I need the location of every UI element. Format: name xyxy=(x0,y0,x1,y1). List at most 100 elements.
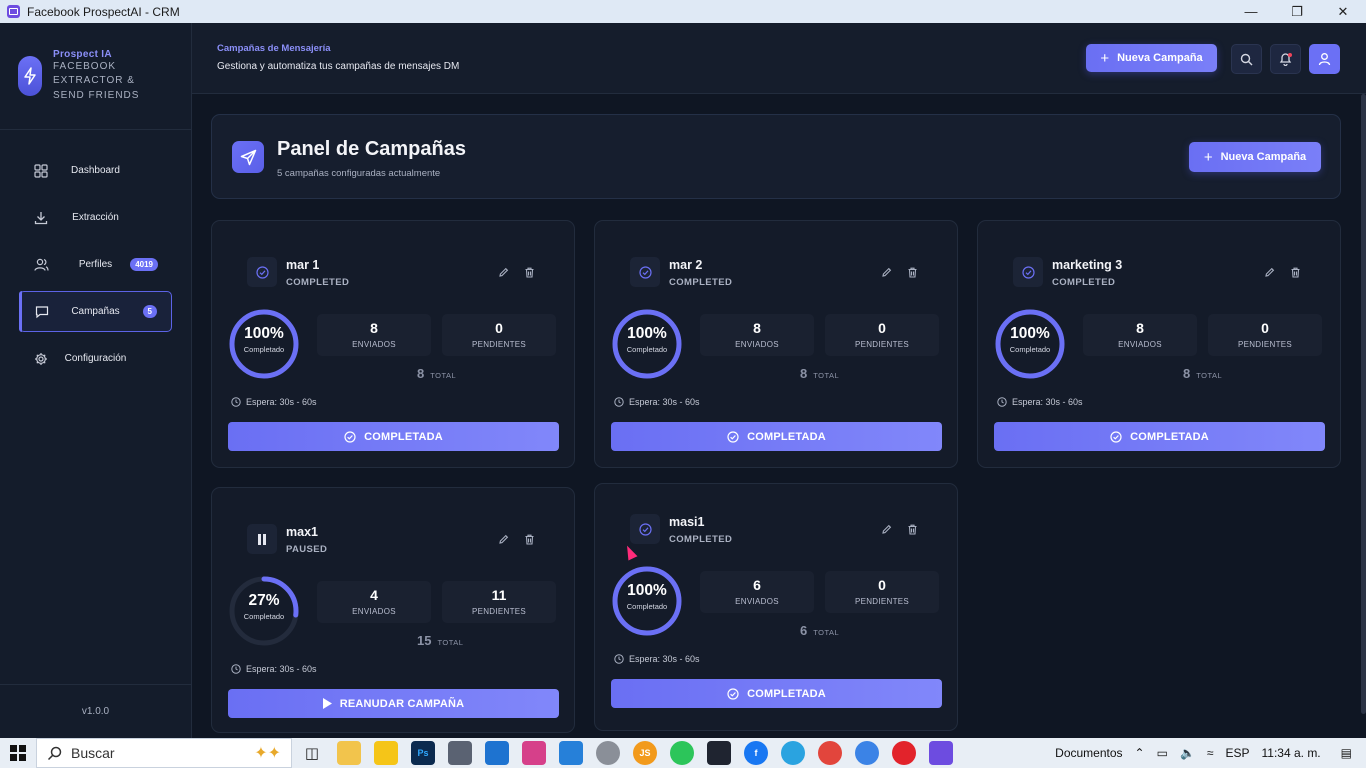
clock[interactable]: 11:34 a. m. xyxy=(1262,746,1321,760)
file-explorer-icon[interactable] xyxy=(337,741,361,765)
pause-icon xyxy=(247,524,277,554)
total-stat: 8 TOTAL xyxy=(417,366,456,381)
clock-icon xyxy=(614,654,624,664)
page-description: 5 campañas configuradas actualmente xyxy=(277,168,441,179)
campaign-status: COMPLETED xyxy=(669,534,733,545)
total-count: 8 xyxy=(417,366,425,381)
profiles-count-badge: 4019 xyxy=(130,258,158,271)
taskbar-search[interactable]: Buscar ✦✦ xyxy=(36,738,292,768)
task-view-icon[interactable]: ◫ xyxy=(300,741,324,765)
clock-icon xyxy=(997,397,1007,407)
windows-start-button[interactable] xyxy=(0,738,36,768)
panel-new-campaign-button[interactable]: + Nueva Campaña xyxy=(1189,142,1321,172)
pending-count: 11 xyxy=(491,587,507,603)
chrome-icon[interactable] xyxy=(818,741,842,765)
resume-campaign-button[interactable]: REANUDAR CAMPAÑA xyxy=(228,689,559,718)
progress-label: Completado xyxy=(626,345,668,354)
progress-ring: 100% Completado xyxy=(610,307,684,381)
prospectai-taskbar-icon[interactable] xyxy=(929,741,953,765)
notifications-button[interactable] xyxy=(1270,44,1301,74)
clock-icon xyxy=(231,397,241,407)
progress-percent: 100% xyxy=(244,325,284,342)
progress-label: Completado xyxy=(243,612,285,621)
trash-icon[interactable] xyxy=(522,265,536,279)
notification-dot xyxy=(1288,53,1292,57)
pending-stat: 11 PENDIENTES xyxy=(442,581,556,623)
progress-ring-arc xyxy=(612,309,682,379)
close-button[interactable]: ✕ xyxy=(1320,0,1366,23)
facebook-icon[interactable]: f xyxy=(744,741,768,765)
edit-icon[interactable] xyxy=(879,522,893,536)
completed-button[interactable]: COMPLETADA xyxy=(611,679,942,708)
total-label: TOTAL xyxy=(1196,371,1223,380)
progress-label: Completado xyxy=(243,345,285,354)
terminal-icon[interactable] xyxy=(707,741,731,765)
chrome-alt-icon[interactable] xyxy=(855,741,879,765)
chevron-up-icon[interactable]: ⌃ xyxy=(1135,746,1145,760)
check-circle-icon xyxy=(1110,430,1122,443)
play-icon xyxy=(322,698,332,709)
total-label: TOTAL xyxy=(813,371,840,380)
pending-count: 0 xyxy=(1261,320,1269,336)
notifications-center-icon[interactable]: ▤ xyxy=(1341,746,1352,760)
sidebar-item-dashboard[interactable]: Dashboard xyxy=(19,150,172,191)
language-indicator[interactable]: ESP xyxy=(1225,746,1249,760)
printer-icon[interactable] xyxy=(448,741,472,765)
edit-icon[interactable] xyxy=(879,265,893,279)
pending-stat: 0 PENDIENTES xyxy=(825,571,939,613)
progress-ring: 100% Completado xyxy=(610,564,684,638)
total-count: 8 xyxy=(800,366,808,381)
sidebar-item-configuracion[interactable]: Configuración xyxy=(19,338,172,379)
progress-ring-arc xyxy=(612,566,682,636)
sent-count: 8 xyxy=(1136,320,1144,336)
search-icon xyxy=(47,746,62,760)
top-header: Campañas de Mensajería Gestiona y automa… xyxy=(192,23,1366,94)
sidebar-item-extraccion[interactable]: Extracción xyxy=(19,197,172,238)
mail-icon[interactable] xyxy=(485,741,509,765)
github-icon[interactable] xyxy=(596,741,620,765)
campaign-card: mar 1 COMPLETED 100% Completado 8 ENVIAD… xyxy=(211,220,575,468)
sticky-notes-icon[interactable] xyxy=(374,741,398,765)
battery-icon[interactable]: ▭ xyxy=(1157,746,1168,760)
lightning-icon xyxy=(18,56,42,96)
campaigns-panel-header: Panel de Campañas 5 campañas configurada… xyxy=(211,114,1341,199)
pending-label: PENDIENTES xyxy=(1237,340,1293,349)
edit-icon[interactable] xyxy=(1262,265,1276,279)
volume-icon[interactable]: 🔈 xyxy=(1180,746,1195,760)
trash-icon[interactable] xyxy=(1288,265,1302,279)
photoshop-icon[interactable]: Ps xyxy=(411,741,435,765)
trash-icon[interactable] xyxy=(522,532,536,546)
app-pink-icon[interactable] xyxy=(522,741,546,765)
campaign-name: mar 2 xyxy=(669,258,703,272)
js-app-icon[interactable]: JS xyxy=(633,741,657,765)
app-version: v1.0.0 xyxy=(0,684,191,738)
completed-button[interactable]: COMPLETADA xyxy=(228,422,559,451)
new-campaign-button[interactable]: + Nueva Campaña xyxy=(1086,44,1217,72)
trash-icon[interactable] xyxy=(905,265,919,279)
main-scrollbar[interactable] xyxy=(1361,94,1366,714)
campaign-name: marketing 3 xyxy=(1052,258,1123,272)
completed-button[interactable]: COMPLETADA xyxy=(994,422,1325,451)
chat-app-icon[interactable] xyxy=(559,741,583,765)
opera-icon[interactable] xyxy=(892,741,916,765)
telegram-icon[interactable] xyxy=(781,741,805,765)
trash-icon[interactable] xyxy=(905,522,919,536)
user-menu-button[interactable] xyxy=(1309,44,1340,74)
taskbar-search-placeholder: Buscar xyxy=(71,745,115,761)
maximize-button[interactable]: ❐ xyxy=(1274,0,1320,23)
campaign-status: COMPLETED xyxy=(286,277,350,288)
completed-button[interactable]: COMPLETADA xyxy=(611,422,942,451)
edit-icon[interactable] xyxy=(496,265,510,279)
edit-icon[interactable] xyxy=(496,532,510,546)
documents-folder[interactable]: Documentos xyxy=(1055,746,1122,760)
sidebar-item-campanas[interactable]: Campañas 5 xyxy=(19,291,172,332)
sidebar-item-perfiles[interactable]: Perfiles 4019 xyxy=(19,244,172,285)
wifi-icon[interactable]: ≈ xyxy=(1207,746,1214,760)
sent-label: ENVIADOS xyxy=(735,597,779,606)
minimize-button[interactable]: — xyxy=(1228,0,1274,23)
search-button[interactable] xyxy=(1231,44,1262,74)
check-circle-icon xyxy=(630,257,660,287)
total-stat: 8 TOTAL xyxy=(800,366,839,381)
whatsapp-icon[interactable] xyxy=(670,741,694,765)
campaign-status: COMPLETED xyxy=(1052,277,1116,288)
